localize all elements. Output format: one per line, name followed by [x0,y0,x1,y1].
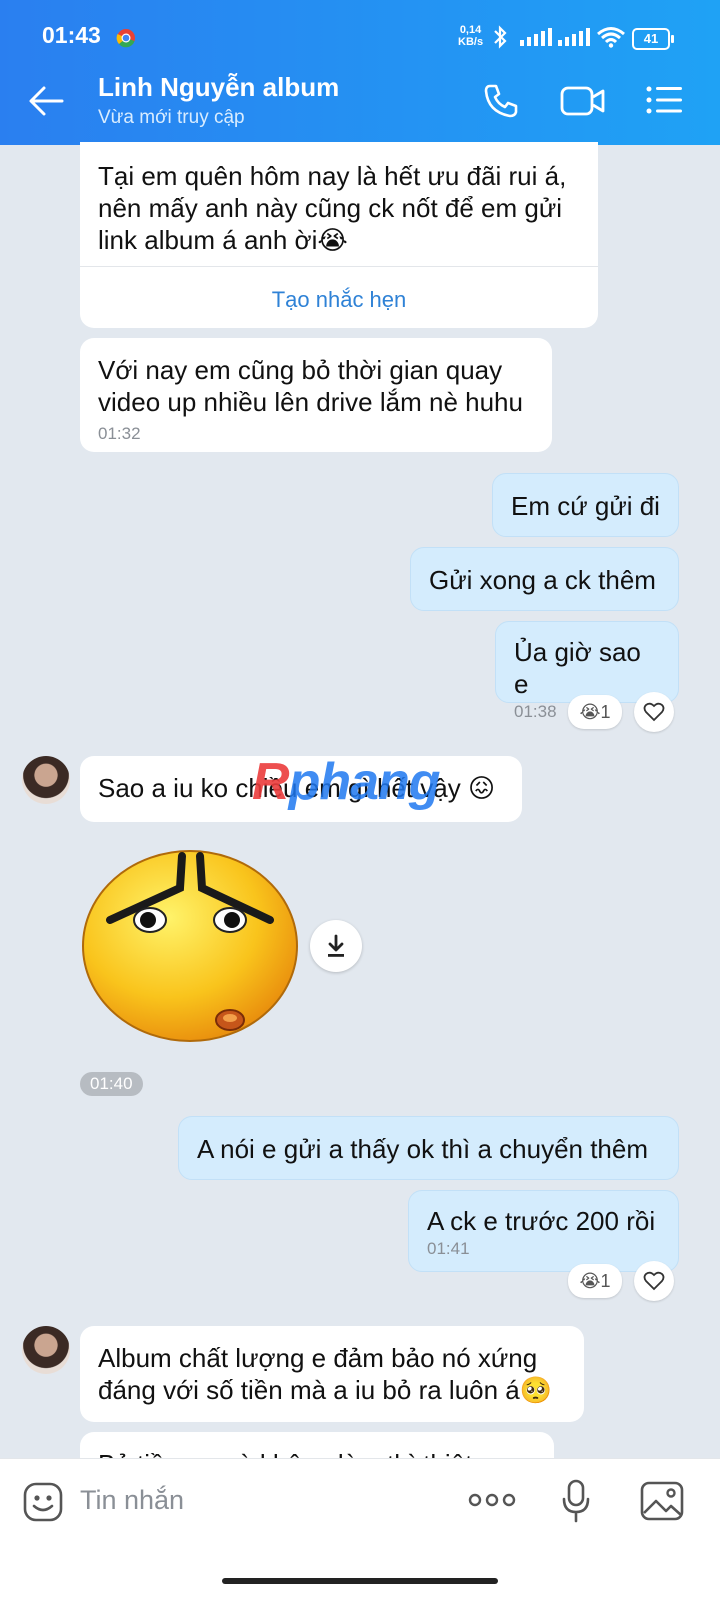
menu-icon[interactable] [646,85,684,115]
download-button[interactable] [310,920,362,972]
message-time: 01:41 [427,1239,470,1258]
status-time: 01:43 [42,22,101,48]
back-arrow-icon[interactable] [28,84,64,118]
message-text: Ủa giờ sao e [514,637,641,699]
message-text: A ck e trước 200 rồi [427,1206,656,1236]
sticker-icon[interactable] [22,1481,64,1523]
signal-icon-2 [558,28,590,46]
chrome-icon [116,29,135,48]
message-input[interactable]: Tin nhắn [80,1485,184,1516]
sad-face-sticker[interactable] [80,848,302,1044]
bluetooth-icon [494,25,507,49]
like-button[interactable] [634,692,674,732]
home-indicator[interactable] [222,1578,498,1584]
message-bubble-outgoing[interactable]: Ủa giờ sao e 01:38 [495,621,679,721]
signal-icon [520,28,552,46]
message-bubble-incoming[interactable]: Tại em quên hôm nay là hết ưu đãi rui á,… [80,142,598,328]
download-icon [328,934,344,957]
heart-icon [643,702,665,722]
avatar[interactable] [22,1326,70,1374]
message-bubble-outgoing[interactable]: Gửi xong a ck thêm [410,547,679,611]
phone-icon[interactable] [482,82,520,120]
message-text: Em cứ gửi đi [511,491,660,521]
video-call-icon[interactable] [560,84,606,118]
message-text: Album chất lượng e đảm bảo nó xứng đáng … [98,1343,553,1405]
message-bubble-incoming[interactable]: Album chất lượng e đảm bảo nó xứng đáng … [80,1326,584,1422]
message-bubble-outgoing[interactable]: A nói e gửi a thấy ok thì a chuyển thêm [178,1116,679,1180]
message-time: 01:32 [98,424,141,443]
wifi-icon [597,27,625,48]
chat-title[interactable]: Linh Nguyễn album [98,72,339,103]
avatar[interactable] [22,756,70,804]
message-text: Tại em quên hôm nay là hết ưu đãi rui á,… [98,161,567,255]
message-text: Gửi xong a ck thêm [429,565,656,595]
heart-icon [643,1271,665,1291]
chat-header: 01:43 0,14 KB/s 41 Linh Nguyễn album Vừa … [0,0,720,145]
message-bubble-outgoing[interactable]: A ck e trước 200 rồi 01:41 [408,1190,679,1272]
microphone-icon[interactable] [562,1479,590,1523]
create-reminder-link[interactable]: Tạo nhắc hẹn [80,284,598,316]
chat-status: Vừa mới truy cập [98,107,245,128]
message-time: 01:40 [80,1072,143,1096]
network-speed: 0,14 KB/s [458,24,484,48]
message-text: A nói e gửi a thấy ok thì a chuyển thêm [197,1134,649,1164]
battery-indicator: 41 [632,28,674,50]
image-gallery-icon[interactable] [640,1481,684,1521]
more-options-icon[interactable] [468,1493,516,1507]
reaction-count[interactable]: 😭1 [568,1264,622,1298]
divider [80,266,598,267]
message-bubble-incoming[interactable]: Với nay em cũng bỏ thời gian quay video … [80,338,552,452]
reaction-count[interactable]: 😭1 [568,695,622,729]
message-bubble-outgoing[interactable]: Em cứ gửi đi [492,473,679,537]
message-text: Với nay em cũng bỏ thời gian quay video … [98,355,523,417]
watermark: Rphang [252,753,441,811]
like-button[interactable] [634,1261,674,1301]
